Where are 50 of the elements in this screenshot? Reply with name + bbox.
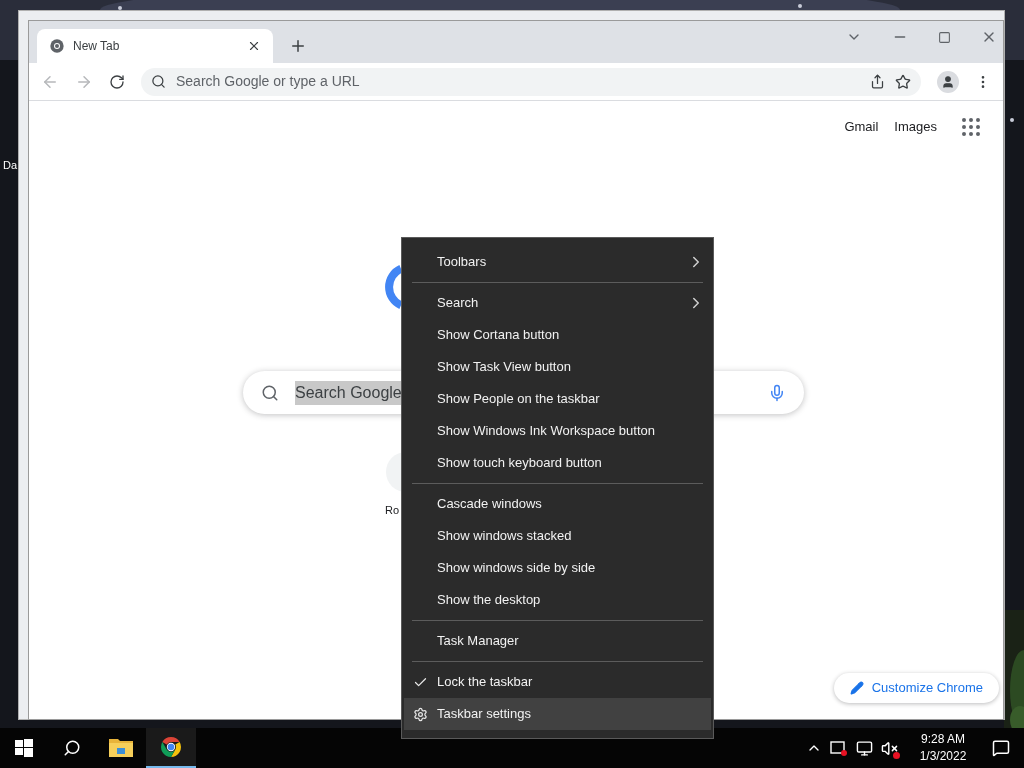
- chrome-icon: [159, 735, 183, 759]
- search-value: Search Google: [295, 380, 402, 405]
- star-icon[interactable]: [895, 73, 911, 90]
- folder-icon: [109, 737, 133, 757]
- profile-button[interactable]: [937, 70, 959, 93]
- chrome-tab-icon: [49, 38, 65, 54]
- menu-item[interactable]: Show the desktop: [404, 584, 711, 616]
- header-link[interactable]: Gmail: [844, 117, 879, 137]
- desktop-icon-label: Da: [3, 158, 18, 173]
- menu-item[interactable]: Show touch keyboard button: [404, 447, 711, 479]
- mic-icon[interactable]: [768, 383, 786, 402]
- maximize-icon[interactable]: [938, 30, 951, 44]
- apps-icon[interactable]: [959, 115, 983, 139]
- menu-item[interactable]: Lock the taskbar: [404, 666, 711, 698]
- menu-item[interactable]: Cascade windows: [404, 488, 711, 520]
- menu-item[interactable]: Task Manager: [404, 625, 711, 657]
- shortcut-label: Ro: [385, 503, 400, 518]
- address-input[interactable]: Search Google or type a URL: [176, 71, 860, 92]
- clock-time: 9:28 AM: [921, 731, 965, 748]
- search-icon: [151, 74, 166, 89]
- customize-chrome-button[interactable]: Customize Chrome: [833, 673, 999, 703]
- volume-muted-icon[interactable]: [881, 739, 898, 757]
- clock-date: 1/3/2022: [919, 748, 967, 765]
- taskbar-app[interactable]: [146, 728, 196, 768]
- new-tab-icon[interactable]: [289, 37, 307, 55]
- person-icon: [941, 74, 955, 89]
- menu-item[interactable]: Show windows side by side: [404, 552, 711, 584]
- menu-item[interactable]: Show People on the taskbar: [404, 383, 711, 415]
- clock[interactable]: 9:28 AM 1/3/2022: [908, 731, 978, 765]
- menu-item[interactable]: Search: [404, 287, 711, 319]
- reload-icon[interactable]: [109, 73, 125, 90]
- projector-icon[interactable]: [830, 739, 848, 757]
- windows-logo-icon: [15, 739, 33, 757]
- search-icon: [261, 383, 279, 402]
- menu-item[interactable]: Show Cortana button: [404, 319, 711, 351]
- header-link[interactable]: Images: [894, 117, 937, 137]
- settings-icon: [413, 706, 428, 722]
- search-icon: [63, 739, 81, 757]
- menu-item[interactable]: Taskbar settings: [404, 698, 711, 730]
- menu-item[interactable]: Show windows stacked: [404, 520, 711, 552]
- share-icon[interactable]: [870, 74, 885, 89]
- close-tab-icon[interactable]: [247, 39, 261, 53]
- browser-tab[interactable]: New Tab: [37, 29, 273, 63]
- pencil-icon: [849, 681, 864, 695]
- notifications-icon[interactable]: [992, 739, 1010, 757]
- menu-item[interactable]: Show Windows Ink Workspace button: [404, 415, 711, 447]
- menu-item[interactable]: Show Task View button: [404, 351, 711, 383]
- menu-item[interactable]: Toolbars: [404, 246, 711, 278]
- network-icon[interactable]: [856, 739, 873, 757]
- address-bar[interactable]: Search Google or type a URL: [141, 67, 921, 96]
